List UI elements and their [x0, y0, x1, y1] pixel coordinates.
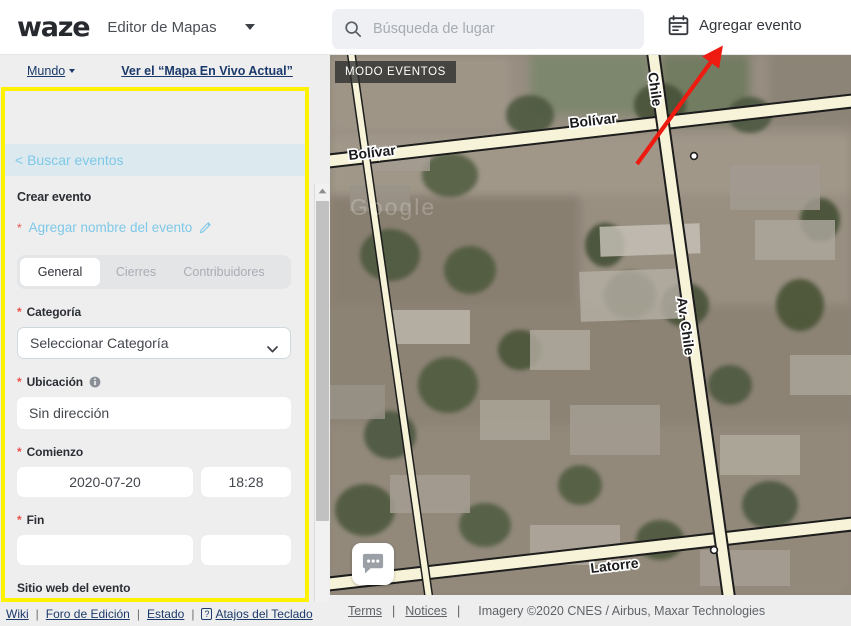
create-event-form: Crear evento * Agregar nombre del evento… [1, 190, 307, 626]
required-marker: * [17, 445, 22, 459]
required-marker: * [17, 375, 22, 389]
start-datetime-row [17, 467, 291, 497]
chevron-down-icon[interactable] [244, 24, 255, 30]
map-canvas[interactable]: Google Bolívar Bolívar Bolívar Bolívar C… [330, 55, 851, 595]
map-footer: Terms | Notices | Imagery ©2020 CNES / A… [330, 595, 851, 626]
calendar-icon [668, 15, 689, 36]
start-label-text: Comienzo [26, 445, 84, 459]
editor-title: Editor de Mapas [107, 18, 217, 36]
website-label: Sitio web del evento [17, 581, 291, 595]
keyboard-help-badge[interactable]: ? [201, 608, 213, 620]
back-to-search-link[interactable]: < Buscar eventos [15, 152, 124, 168]
category-select-value: Seleccionar Categoría [30, 335, 169, 351]
end-datetime-row [17, 535, 291, 565]
live-map-link[interactable]: Ver el “Mapa En Vivo Actual” [121, 64, 293, 78]
forum-link[interactable]: Foro de Edición [46, 607, 130, 621]
tab-contribuidores[interactable]: Contribuidores [172, 258, 276, 286]
create-event-panel: < Buscar eventos Crear evento * Agregar … [1, 144, 307, 626]
terms-link[interactable]: Terms [348, 604, 382, 618]
chevron-down-icon [267, 340, 278, 352]
info-icon[interactable] [89, 376, 101, 388]
location-label-text: Ubicación [26, 375, 84, 389]
svg-text:Google: Google [350, 194, 436, 220]
footer-separator: | [392, 603, 396, 618]
category-label-text: Categoría [26, 305, 82, 319]
end-time-input[interactable] [201, 535, 291, 565]
search-bar[interactable] [332, 9, 644, 49]
footer-separator: | [35, 607, 39, 621]
footer-separator: | [191, 607, 195, 621]
end-label-text: Fin [26, 513, 45, 527]
panel-title: Crear evento [17, 190, 92, 204]
sidebar-scrollbar[interactable] [314, 184, 329, 626]
required-marker: * [17, 305, 22, 319]
chevron-down-icon [69, 69, 76, 73]
end-label: * Fin [17, 513, 291, 527]
chat-button[interactable] [352, 543, 394, 585]
mode-badge: MODO EVENTOS [335, 61, 456, 83]
scrollbar-thumb[interactable] [316, 201, 329, 521]
search-input[interactable] [373, 21, 613, 37]
pencil-icon[interactable] [199, 221, 212, 234]
event-name-field[interactable]: * Agregar nombre del evento [17, 220, 291, 235]
chat-bubble-icon [361, 553, 385, 575]
waze-logo: waze [17, 11, 91, 43]
add-event-button[interactable]: Agregar evento [668, 15, 802, 36]
sidebar: Mundo Ver el “Mapa En Vivo Actual” < Bus… [0, 55, 330, 626]
footer-separator: | [136, 607, 140, 621]
wiki-link[interactable]: Wiki [6, 607, 29, 621]
footer-separator: | [456, 603, 461, 618]
search-icon [344, 20, 362, 38]
required-marker: * [17, 513, 22, 527]
notices-link[interactable]: Notices [405, 604, 447, 618]
world-selector[interactable]: Mundo [27, 64, 76, 78]
location-label: * Ubicación [17, 375, 291, 389]
sidebar-top-links: Mundo Ver el “Mapa En Vivo Actual” [0, 55, 330, 87]
start-date-input[interactable] [17, 467, 193, 497]
tab-cierres[interactable]: Cierres [100, 258, 172, 286]
back-to-search-bar[interactable]: < Buscar eventos [1, 144, 307, 176]
category-select[interactable]: Seleccionar Categoría [17, 327, 291, 359]
map-imagery: Google Bolívar Bolívar Bolívar Bolívar C… [330, 55, 851, 595]
location-input[interactable] [17, 397, 291, 429]
imagery-credit: Imagery ©2020 CNES / Airbus, Maxar Techn… [478, 603, 766, 618]
world-selector-label: Mundo [27, 64, 66, 78]
waze-map-editor-app: waze Editor de Mapas Búsqueda de lugar A… [0, 0, 851, 626]
status-link[interactable]: Estado [147, 607, 184, 621]
sidebar-footer: Wiki | Foro de Edición | Estado | ? Ataj… [0, 602, 330, 626]
top-bar: waze Editor de Mapas Búsqueda de lugar A… [0, 0, 851, 55]
add-event-label: Agregar evento [699, 17, 802, 34]
end-date-input[interactable] [17, 535, 193, 565]
event-tabs: General Cierres Contribuidores [17, 255, 291, 289]
scroll-up-arrow-icon[interactable] [315, 184, 330, 198]
website-label-text: Sitio web del evento [17, 581, 131, 595]
category-label: * Categoría [17, 305, 291, 319]
keyboard-shortcuts-link[interactable]: Atajos del Teclado [215, 607, 312, 621]
start-label: * Comienzo [17, 445, 291, 459]
required-marker: * [17, 220, 22, 235]
tab-general[interactable]: General [20, 258, 100, 286]
event-name-placeholder: Agregar nombre del evento [28, 220, 193, 235]
start-time-input[interactable] [201, 467, 291, 497]
